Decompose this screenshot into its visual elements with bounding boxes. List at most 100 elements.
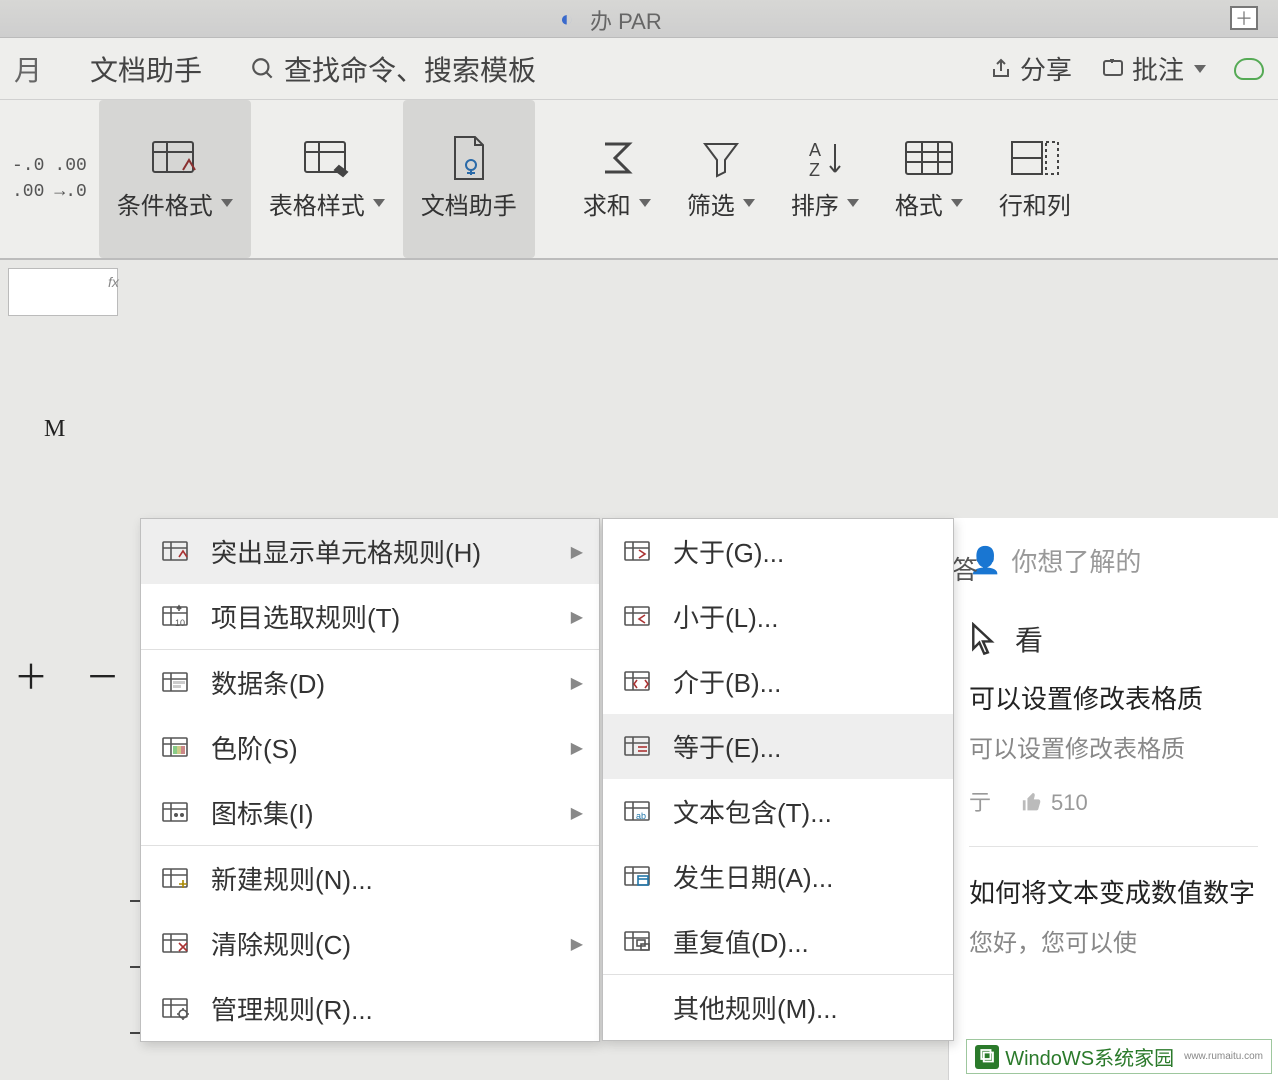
submenu-arrow-icon: ▶: [571, 673, 583, 693]
menu-item-label: 管理规则(R)...: [211, 990, 373, 1027]
rows-cols-icon: [1007, 138, 1063, 178]
menu-item-between[interactable]: 介于(B)...: [603, 649, 953, 714]
menu-item-label: 项目选取规则(T): [211, 598, 400, 635]
filter-icon: [693, 138, 749, 178]
gt-icon: [621, 538, 655, 566]
doc-assistant-icon: [441, 138, 497, 178]
assistant-panel: 👤 你想了解的 看 可以设置修改表格质 可以设置修改表格质 亍 510 如何将文…: [948, 518, 1278, 1080]
menu-item-clear-rule[interactable]: 清除规则(C) ▶: [141, 911, 599, 976]
menu-item-table-top[interactable]: 10项目选取规则(T)▶: [141, 584, 599, 649]
assistant-placeholder: 你想了解的: [1011, 542, 1141, 579]
menu-item-label: 大于(G)...: [673, 533, 784, 570]
share-button[interactable]: 分享: [990, 50, 1072, 87]
conditional-format-icon: [147, 138, 203, 178]
menu-item-label: 等于(E)...: [673, 728, 781, 765]
submenu-arrow-icon: ▶: [571, 738, 583, 758]
watermark-text: WindoWS系统家园: [1005, 1042, 1174, 1071]
menu-item-dup[interactable]: 重复值(D)...: [603, 909, 953, 974]
chevron-down-icon: [221, 199, 233, 207]
conditional-format-menu: 突出显示单元格规则(H)▶10项目选取规则(T)▶数据条(D)▶色阶(S)▶图标…: [140, 518, 600, 1042]
menu-item-data-bars[interactable]: 数据条(D) ▶: [141, 649, 599, 715]
ribbon-conditional-format[interactable]: 条件格式: [99, 100, 251, 258]
assistant-look-label: 看: [1015, 619, 1043, 659]
new-tab-button[interactable]: ＋: [1230, 6, 1258, 30]
menu-item-other[interactable]: 其他规则(M)...: [603, 974, 953, 1040]
menu-item-label: 数据条(D): [211, 664, 325, 701]
sum-icon: [589, 138, 645, 178]
menubar: 月 文档助手 查找命令、搜索模板 分享 批注: [0, 38, 1278, 100]
menu-item-label: 清除规则(C): [211, 925, 351, 962]
menu-item-gt[interactable]: 大于(G)...: [603, 519, 953, 584]
search-placeholder: 查找命令、搜索模板: [284, 49, 536, 89]
decimal-buttons[interactable]: -.0.00 .00→.0: [0, 100, 99, 258]
share-label: 分享: [1020, 50, 1072, 87]
ribbon-sum[interactable]: 求和: [565, 100, 669, 258]
menu-item-label: 其他规则(M)...: [673, 989, 838, 1026]
submenu-arrow-icon: ▶: [571, 542, 583, 562]
text-icon: ab: [621, 798, 655, 826]
chevron-down-icon: [743, 199, 755, 207]
chevron-down-icon: [1194, 65, 1206, 73]
ribbon-doc-assistant[interactable]: 文档助手: [403, 100, 535, 258]
watermark-logo: ⧉: [975, 1045, 999, 1069]
ribbon-filter-label: 筛选: [687, 186, 735, 221]
fx-label: fx: [108, 274, 119, 290]
menu-item-label: 新建规则(N)...: [211, 860, 373, 897]
menu-item-color-scale[interactable]: 色阶(S)▶: [141, 715, 599, 780]
menu-item-lt[interactable]: 小于(L)...: [603, 584, 953, 649]
ribbon-format[interactable]: 格式: [877, 100, 981, 258]
menu-item-date[interactable]: 发生日期(A)...: [603, 844, 953, 909]
date-icon: [621, 863, 655, 891]
menu-item-label: 重复值(D)...: [673, 923, 809, 960]
menu-item-table-highlight[interactable]: 突出显示单元格规则(H) ▶: [141, 519, 599, 584]
cloud-sync-icon[interactable]: [1234, 58, 1264, 80]
qa-source: 亍: [969, 785, 991, 820]
qa-item-body: 您好，您可以使: [969, 925, 1258, 963]
qa-likes[interactable]: 510: [1021, 785, 1088, 820]
menu-item-label: 文本包含(T)...: [673, 793, 832, 830]
workspace: fx M ＋ － 问答 突出显示单元格规则(H)▶10项目选取规则(T)▶数据条…: [0, 260, 1278, 1080]
data-bars-icon: [159, 669, 193, 697]
menu-item-equal[interactable]: 等于(E)...: [603, 714, 953, 779]
menu-doc-assistant[interactable]: 文档助手: [90, 49, 202, 89]
menu-item-new-rule[interactable]: 新建规则(N)...: [141, 845, 599, 911]
name-box[interactable]: [8, 268, 118, 316]
watermark: ⧉ WindoWS系统家园 www.rumaitu.com: [966, 1039, 1272, 1074]
ribbon-table-style[interactable]: 表格样式: [251, 100, 403, 258]
ribbon-filter[interactable]: 筛选: [669, 100, 773, 258]
ribbon: -.0.00 .00→.0 条件格式 表格样式 文档助手 求和 筛选 AZ 排序…: [0, 100, 1278, 260]
comment-button[interactable]: 批注: [1100, 50, 1206, 87]
menu-item-label: 突出显示单元格规则(H): [211, 533, 481, 570]
search-icon: [250, 56, 276, 82]
menu-item-manage-rule[interactable]: 管理规则(R)...: [141, 976, 599, 1041]
color-scale-icon: [159, 734, 193, 762]
assistant-search[interactable]: 👤 你想了解的: [969, 542, 1258, 579]
titlebar: ◐ 办 PAR ＋: [0, 0, 1278, 38]
table-top-icon: 10: [159, 603, 193, 631]
qa-item-title[interactable]: 可以设置修改表格质: [969, 679, 1258, 721]
table-style-icon: [299, 138, 355, 178]
svg-text:Z: Z: [809, 160, 820, 180]
watermark-url: www.rumaitu.com: [1184, 1051, 1263, 1062]
clear-rule-icon: [159, 930, 193, 958]
menubar-file-frag[interactable]: 月: [14, 49, 42, 89]
icon-set-icon: [159, 799, 193, 827]
ribbon-sort[interactable]: AZ 排序: [773, 100, 877, 258]
outline-plus-minus[interactable]: ＋ －: [14, 650, 133, 699]
ribbon-rows-cols[interactable]: 行和列: [981, 100, 1089, 258]
qa-item-title[interactable]: 如何将文本变成数值数字: [969, 873, 1258, 915]
ribbon-table-style-label: 表格样式: [269, 186, 365, 221]
menu-item-label: 介于(B)...: [673, 663, 781, 700]
titlebar-text: 办 PAR: [590, 4, 662, 36]
command-search[interactable]: 查找命令、搜索模板: [250, 49, 536, 89]
ribbon-format-label: 格式: [895, 186, 943, 221]
menu-item-text[interactable]: ab 文本包含(T)...: [603, 779, 953, 844]
column-header-M[interactable]: M: [44, 416, 65, 443]
sort-icon: AZ: [797, 138, 853, 178]
ribbon-doc-assistant-label: 文档助手: [421, 186, 517, 221]
svg-text:ab: ab: [636, 811, 646, 821]
menu-item-icon-set[interactable]: 图标集(I)▶: [141, 780, 599, 845]
submenu-arrow-icon: ▶: [571, 934, 583, 954]
between-icon: [621, 668, 655, 696]
svg-text:10: 10: [175, 618, 185, 628]
